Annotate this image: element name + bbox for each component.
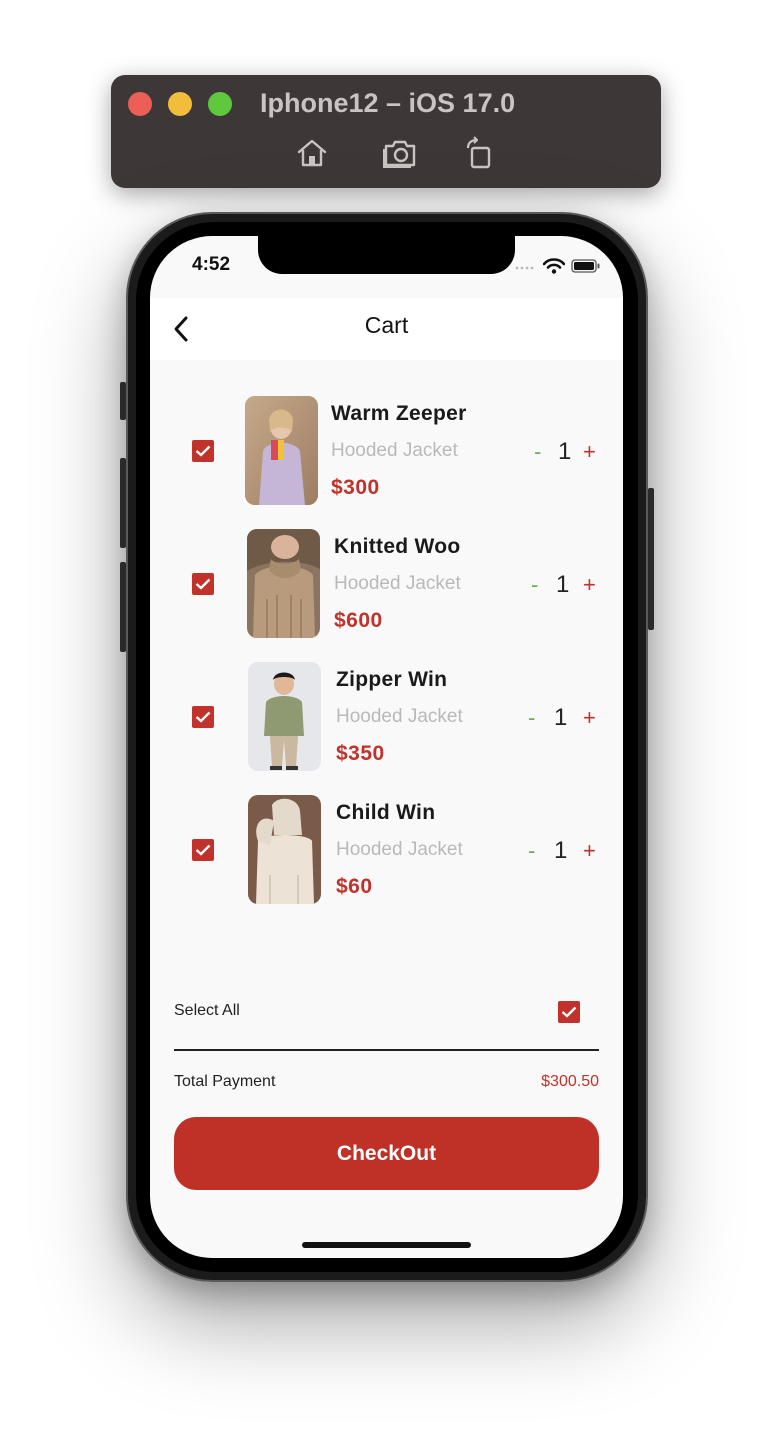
checkmark-icon [195,445,211,457]
app-header: Cart [150,298,623,360]
power-button [648,488,654,630]
quantity-value: 1 [554,837,568,864]
quantity-increase-button[interactable]: + [583,572,596,598]
home-icon[interactable] [295,136,329,170]
checkout-button[interactable]: CheckOut [174,1117,599,1190]
quantity-decrease-button[interactable]: - [528,705,535,731]
screenshot-icon[interactable] [383,136,417,170]
cart-item: Knitted Woo Hooded Jacket $600 - 1 + [150,529,623,641]
item-name: Warm Zeeper [331,402,467,425]
quantity-increase-button[interactable]: + [583,439,596,465]
quantity-decrease-button[interactable]: - [531,572,538,598]
cellular-signal-icon [515,266,534,270]
product-photo-warm-zeeper [245,396,318,505]
volume-up-button [120,458,126,548]
checkmark-icon [195,844,211,856]
minimize-window-button[interactable] [168,92,192,116]
checkmark-icon [195,578,211,590]
quantity-value: 1 [556,571,570,598]
item-name: Child Win [336,801,436,824]
item-name: Knitted Woo [334,535,461,558]
item-subtitle: Hooded Jacket [334,573,461,594]
quantity-value: 1 [554,704,568,731]
page-title: Cart [364,312,409,338]
product-image[interactable] [245,396,318,505]
product-photo-zipper-win [248,662,321,771]
item-price: $60 [336,875,373,898]
phone-screen: 4:52 Cart Warm Zeeper Hooded Jacket $300… [150,236,623,1258]
total-payment-value: $300.50 [541,1073,599,1090]
item-checkbox[interactable] [192,440,214,462]
product-photo-knitted-woo [247,529,320,638]
select-all-label: Select All [174,1002,240,1019]
zoom-window-button[interactable] [208,92,232,116]
volume-down-button [120,562,126,652]
wifi-icon [543,258,565,274]
item-subtitle: Hooded Jacket [336,706,463,727]
quantity-increase-button[interactable]: + [583,838,596,864]
status-icons [515,256,601,276]
close-window-button[interactable] [128,92,152,116]
select-all-checkbox[interactable] [558,1001,580,1023]
home-indicator[interactable] [302,1242,471,1248]
checkmark-icon [561,1006,577,1018]
notch [258,236,515,274]
item-checkbox[interactable] [192,706,214,728]
quantity-increase-button[interactable]: + [583,705,596,731]
item-price: $300 [331,476,380,499]
cart-item: Warm Zeeper Hooded Jacket $300 - 1 + [150,396,623,508]
item-subtitle: Hooded Jacket [331,440,458,461]
cart-item: Child Win Hooded Jacket $60 - 1 + [150,795,623,907]
total-payment-label: Total Payment [174,1073,276,1090]
item-price: $600 [334,609,383,632]
mute-switch [120,382,126,420]
product-image[interactable] [248,662,321,771]
item-name: Zipper Win [336,668,448,691]
battery-icon [571,259,600,273]
product-image[interactable] [248,795,321,904]
item-checkbox[interactable] [192,839,214,861]
simulator-title: Iphone12 – iOS 17.0 [260,88,516,118]
checkmark-icon [195,711,211,723]
product-photo-child-win [248,795,321,904]
product-image[interactable] [247,529,320,638]
item-checkbox[interactable] [192,573,214,595]
quantity-decrease-button[interactable]: - [528,838,535,864]
item-subtitle: Hooded Jacket [336,839,463,860]
quantity-decrease-button[interactable]: - [534,439,541,465]
rotate-icon[interactable] [462,136,496,170]
status-time: 4:52 [192,254,231,275]
cart-item: Zipper Win Hooded Jacket $350 - 1 + [150,662,623,774]
divider [174,1049,599,1051]
quantity-value: 1 [558,438,572,465]
item-price: $350 [336,742,385,765]
